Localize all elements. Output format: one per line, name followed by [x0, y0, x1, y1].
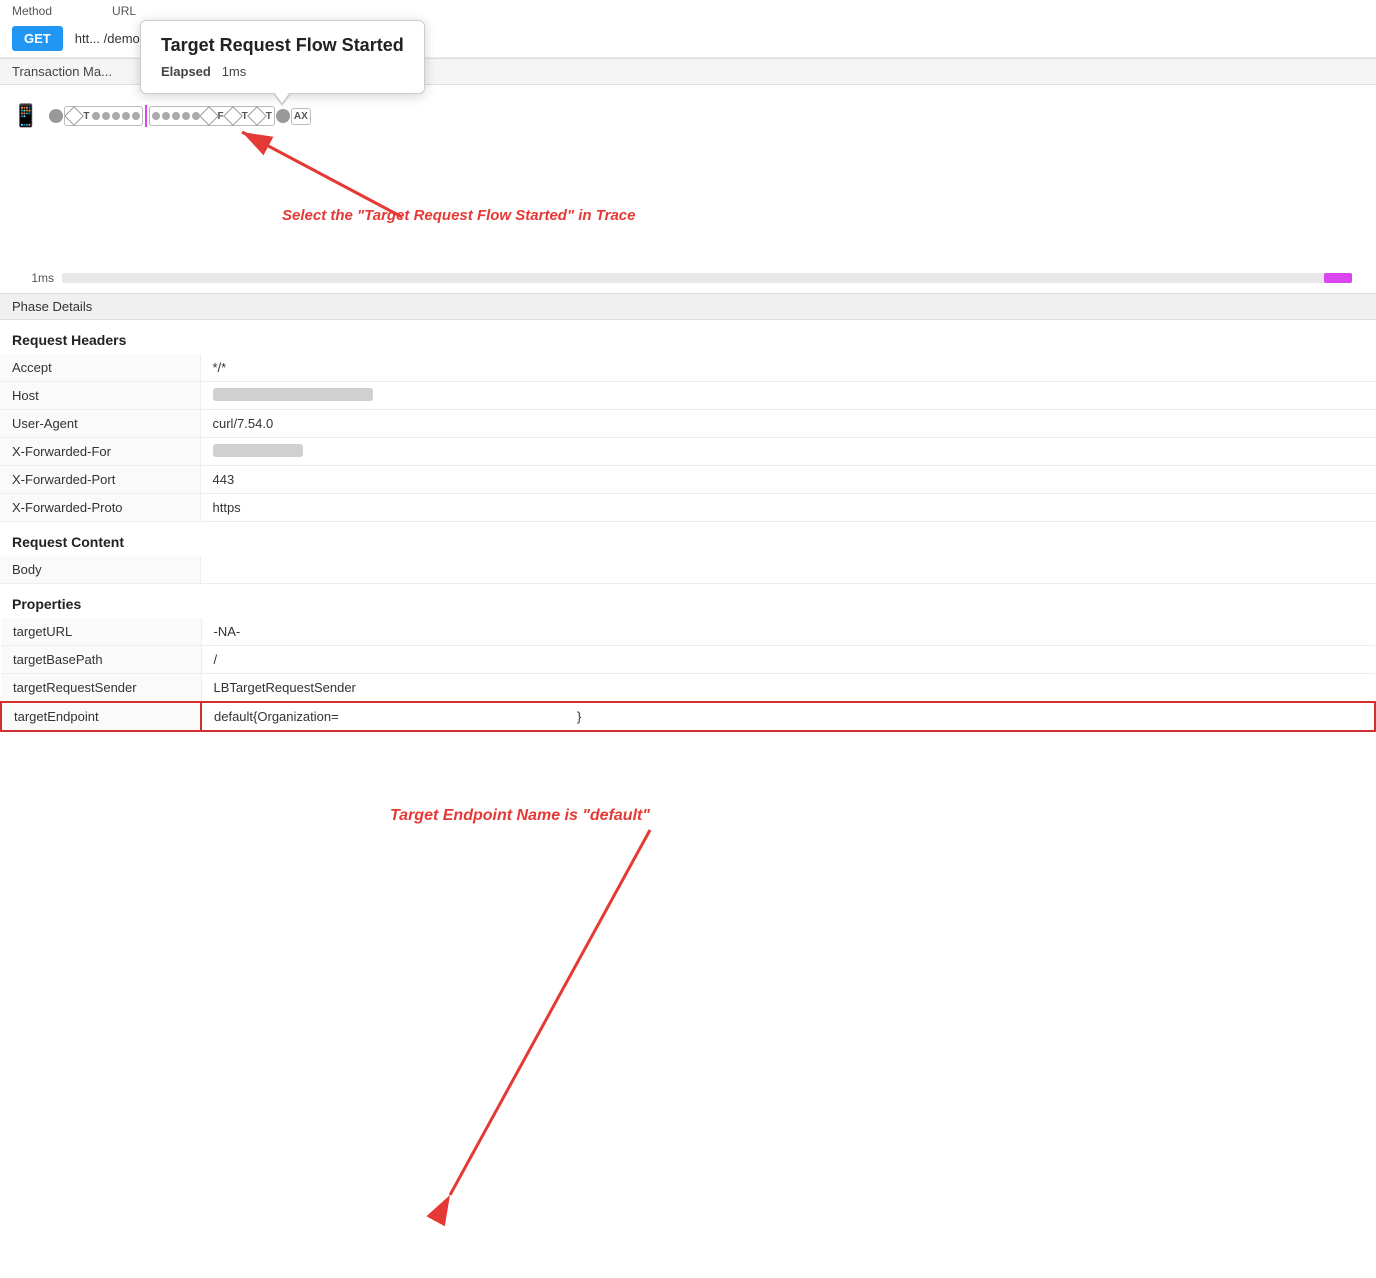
- pipe-dot-5: [132, 112, 140, 120]
- tooltip-arrow: [273, 94, 291, 106]
- timeline-bar-row: 1ms: [12, 267, 1364, 293]
- transaction-map-label: Transaction Ma...: [12, 64, 112, 79]
- pipe-dot-4: [122, 112, 130, 120]
- prop-val-endpoint: default{Organization= }: [201, 702, 1375, 731]
- table-row: Host: [0, 382, 1376, 410]
- prop-val-sender: LBTargetRequestSender: [201, 674, 1375, 703]
- properties-title: Properties: [0, 584, 1376, 618]
- pipe-dot-6: [152, 112, 160, 120]
- properties-table: targetURL -NA- targetBasePath / targetRe…: [0, 618, 1376, 732]
- table-row-highlighted: targetEndpoint default{Organization= }: [1, 702, 1375, 731]
- header-key-xfport: X-Forwarded-Port: [0, 466, 200, 494]
- annotation-label: Select the "Target Request Flow Started"…: [282, 207, 635, 224]
- header-key-useragent: User-Agent: [0, 410, 200, 438]
- method-label: Method: [12, 4, 52, 18]
- timeline-label: 1ms: [24, 271, 54, 285]
- trace-annotation-text: Select the "Target Request Flow Started"…: [282, 207, 635, 224]
- table-row: X-Forwarded-For: [0, 438, 1376, 466]
- header-key-xff: X-Forwarded-For: [0, 438, 200, 466]
- get-button[interactable]: GET: [12, 26, 63, 51]
- pipe-dot-3: [112, 112, 120, 120]
- pipe-label-t1: T: [83, 111, 89, 122]
- prop-key-sender: targetRequestSender: [1, 674, 201, 703]
- request-headers-title: Request Headers: [0, 320, 1376, 354]
- prop-key-basepath: targetBasePath: [1, 646, 201, 674]
- request-content-table: Body: [0, 556, 1376, 584]
- header-val-xfproto: https: [200, 494, 1376, 522]
- url-label: URL: [112, 4, 136, 18]
- phase-section: Phase Details Request Headers Accept */*…: [0, 293, 1376, 732]
- trace-area: 📱 T: [0, 85, 1376, 293]
- blurred-host: [213, 388, 373, 401]
- pipe-dot-1: [92, 112, 100, 120]
- request-content-title: Request Content: [0, 522, 1376, 556]
- header-val-xff: [200, 438, 1376, 466]
- tooltip-box: Target Request Flow Started Elapsed 1ms: [140, 20, 425, 94]
- header-key-xfproto: X-Forwarded-Proto: [0, 494, 200, 522]
- header-key-accept: Accept: [0, 354, 200, 382]
- pipe-diamond-t[interactable]: [65, 106, 85, 126]
- pipe-node-start: [49, 109, 63, 123]
- blurred-xff: [213, 444, 303, 457]
- content-key-body: Body: [0, 556, 200, 584]
- header-val-host: [200, 382, 1376, 410]
- prop-key-targeturl: targetURL: [1, 618, 201, 646]
- pipe-group-1: T: [64, 106, 142, 126]
- column-labels: Method URL: [0, 0, 1376, 18]
- pipe-dot-7: [162, 112, 170, 120]
- table-row: Accept */*: [0, 354, 1376, 382]
- pipe-highlighted-sep: [145, 105, 147, 127]
- tooltip-elapsed: Elapsed 1ms: [161, 64, 404, 79]
- device-icon: 📱: [12, 103, 39, 129]
- method-url-row: GET htt... /demo-noactivetargets Target …: [0, 20, 1376, 58]
- svg-text:Target Endpoint Name is "defau: Target Endpoint Name is "default": [390, 807, 650, 824]
- pipe-dot-2: [102, 112, 110, 120]
- timeline-track: [62, 273, 1352, 283]
- page-wrapper: Method URL GET htt... /demo-noactivetarg…: [0, 0, 1376, 1278]
- table-row: X-Forwarded-Proto https: [0, 494, 1376, 522]
- header-key-host: Host: [0, 382, 200, 410]
- table-row: targetURL -NA-: [1, 618, 1375, 646]
- elapsed-value: 1ms: [222, 64, 247, 79]
- elapsed-label: Elapsed: [161, 64, 211, 79]
- header-val-xfport: 443: [200, 466, 1376, 494]
- table-row: User-Agent curl/7.54.0: [0, 410, 1376, 438]
- prop-key-endpoint: targetEndpoint: [1, 702, 201, 731]
- prop-val-basepath: /: [201, 646, 1375, 674]
- header-val-useragent: curl/7.54.0: [200, 410, 1376, 438]
- table-row: targetRequestSender LBTargetRequestSende…: [1, 674, 1375, 703]
- header-val-accept: */*: [200, 354, 1376, 382]
- table-row: targetBasePath /: [1, 646, 1375, 674]
- table-row: X-Forwarded-Port 443: [0, 466, 1376, 494]
- request-headers-table: Accept */* Host User-Agent curl/7.54.0 X…: [0, 354, 1376, 522]
- phase-details-header: Phase Details: [0, 293, 1376, 320]
- annotation-row: Select the "Target Request Flow Started"…: [12, 137, 1364, 267]
- timeline-fill: [1324, 273, 1352, 283]
- table-row: Body: [0, 556, 1376, 584]
- content-val-body: [200, 556, 1376, 584]
- prop-val-targeturl: -NA-: [201, 618, 1375, 646]
- tooltip-title: Target Request Flow Started: [161, 35, 404, 56]
- tooltip-container: Target Request Flow Started Elapsed 1ms: [140, 20, 425, 106]
